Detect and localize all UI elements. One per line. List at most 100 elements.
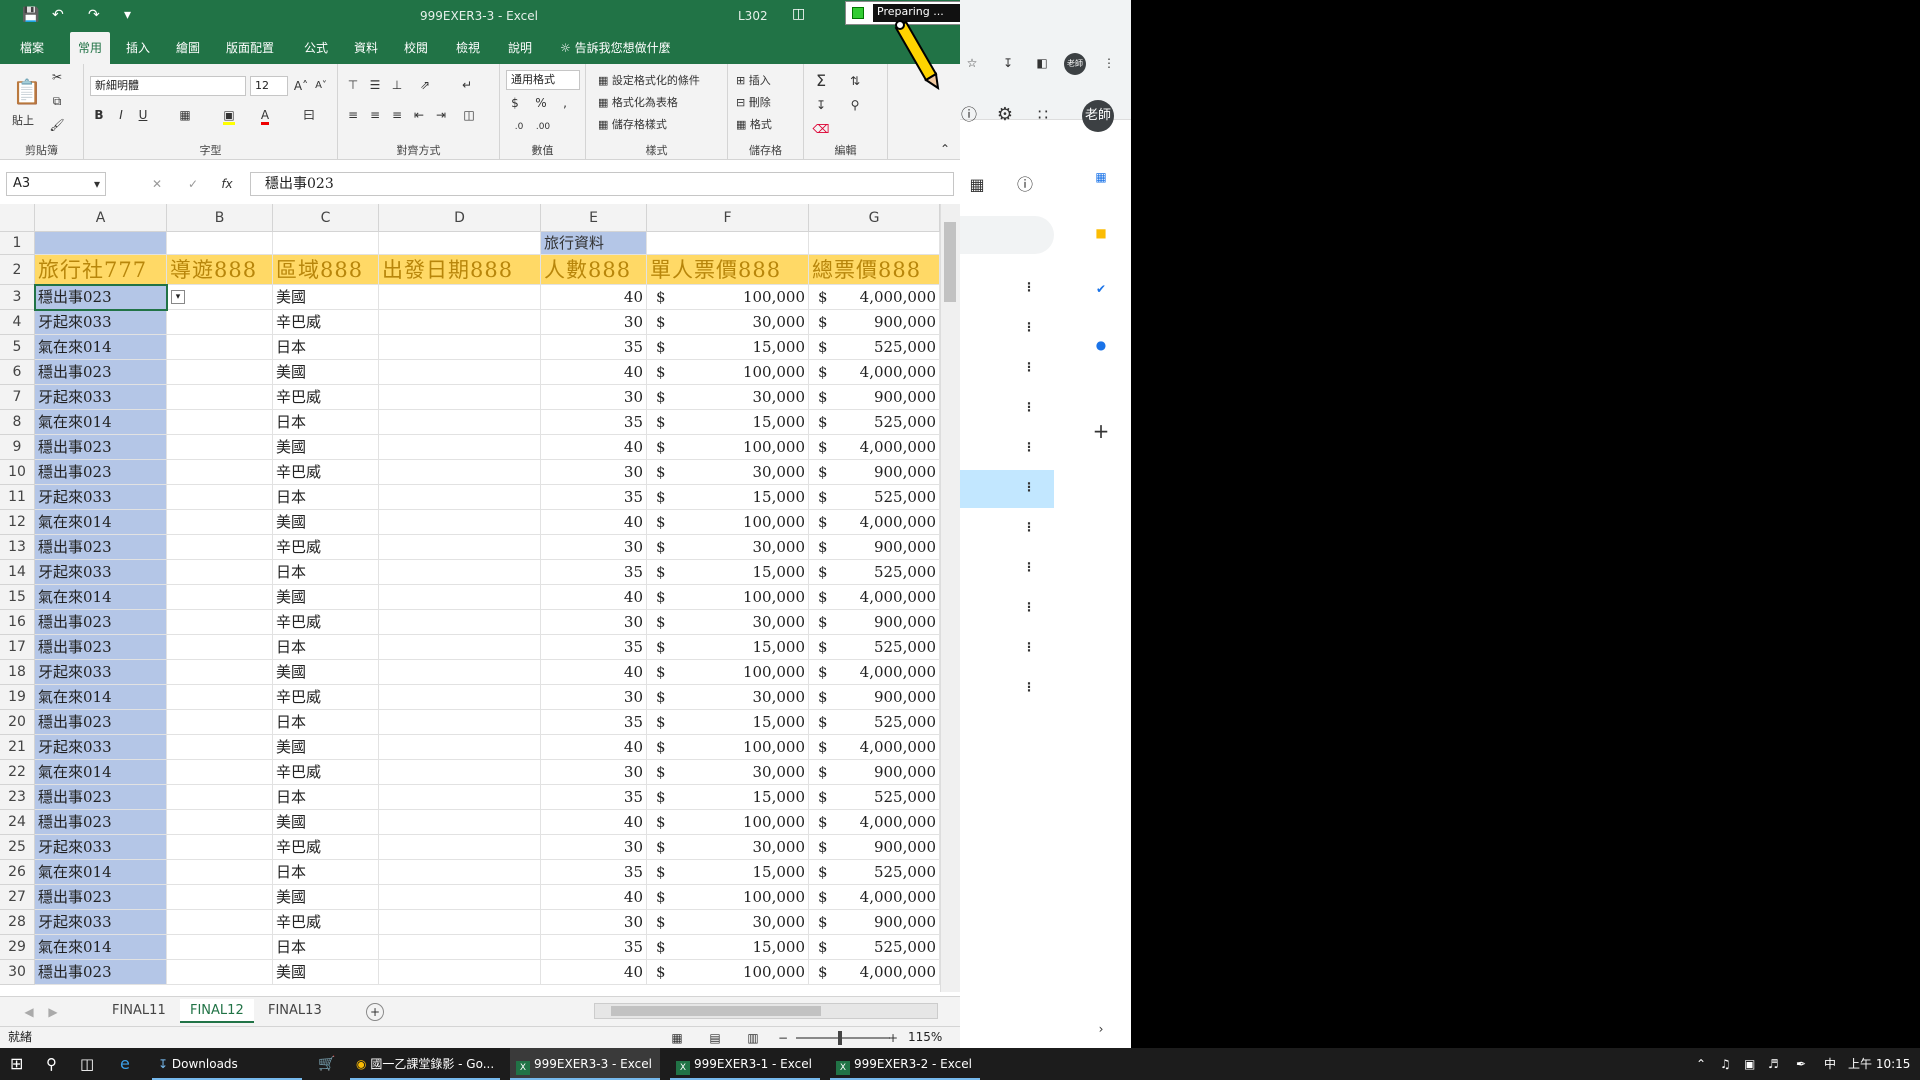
cell-g7[interactable]: $900,000 <box>809 385 940 410</box>
cell-a4[interactable]: 牙起來033 <box>35 310 167 335</box>
cell-b4[interactable] <box>167 310 273 335</box>
cell-g3[interactable]: $4,000,000 <box>809 285 940 310</box>
cell-b11[interactable] <box>167 485 273 510</box>
zoom-in-icon[interactable]: + <box>884 1029 902 1047</box>
cell-d25[interactable] <box>379 835 541 860</box>
row-menu-icon[interactable]: ⋮ <box>1020 678 1038 696</box>
cell-a21[interactable]: 牙起來033 <box>35 735 167 760</box>
cell-a27[interactable]: 穩出事023 <box>35 885 167 910</box>
align-middle-icon[interactable]: ☰ <box>366 76 384 94</box>
cell-d15[interactable] <box>379 585 541 610</box>
cell-e22[interactable]: 30 <box>541 760 647 785</box>
cell-a15[interactable]: 氣在來014 <box>35 585 167 610</box>
clear-icon[interactable]: ⌫ <box>812 120 830 138</box>
insert-cells-button[interactable]: ⊞ 插入 <box>736 72 771 88</box>
cell-b28[interactable] <box>167 910 273 935</box>
cell-d5[interactable] <box>379 335 541 360</box>
cell-e30[interactable]: 40 <box>541 960 647 985</box>
save-icon[interactable]: 💾 <box>22 7 39 23</box>
cell-e25[interactable]: 30 <box>541 835 647 860</box>
row-menu-icon[interactable]: ⋮ <box>1020 478 1038 496</box>
autosum-icon[interactable]: Σ <box>812 72 830 90</box>
cell-c27[interactable]: 美國 <box>273 885 379 910</box>
cell-a26[interactable]: 氣在來014 <box>35 860 167 885</box>
cancel-entry-icon[interactable]: ✕ <box>148 175 166 193</box>
row-header-7[interactable]: 7 <box>0 385 35 410</box>
cell-f19[interactable]: $30,000 <box>647 685 809 710</box>
row-header-18[interactable]: 18 <box>0 660 35 685</box>
store-icon[interactable]: 🛒 <box>318 1048 335 1080</box>
cell-d28[interactable] <box>379 910 541 935</box>
conditional-format-button[interactable]: ▦ 設定格式化的條件 <box>598 72 700 88</box>
redo-icon[interactable]: ↷ <box>88 7 100 23</box>
increase-indent-icon[interactable]: ⇥ <box>432 106 450 124</box>
column-header-b[interactable]: B <box>167 204 273 232</box>
cell-g11[interactable]: $525,000 <box>809 485 940 510</box>
cell-b5[interactable] <box>167 335 273 360</box>
cell-d30[interactable] <box>379 960 541 985</box>
row-header-20[interactable]: 20 <box>0 710 35 735</box>
cell-a6[interactable]: 穩出事023 <box>35 360 167 385</box>
cell-f4[interactable]: $30,000 <box>647 310 809 335</box>
volume-icon[interactable]: ♬ <box>1768 1048 1779 1080</box>
cell-g15[interactable]: $4,000,000 <box>809 585 940 610</box>
cell-d18[interactable] <box>379 660 541 685</box>
cell-e11[interactable]: 35 <box>541 485 647 510</box>
align-left-icon[interactable]: ≡ <box>344 106 362 124</box>
row-header-17[interactable]: 17 <box>0 635 35 660</box>
cell-c21[interactable]: 美國 <box>273 735 379 760</box>
cut-icon[interactable]: ✂ <box>48 68 66 86</box>
cell-a30[interactable]: 穩出事023 <box>35 960 167 985</box>
cell-f30[interactable]: $100,000 <box>647 960 809 985</box>
cell-c19[interactable]: 辛巴威 <box>273 685 379 710</box>
row-menu-icon[interactable]: ⋮ <box>1020 358 1038 376</box>
cell-d21[interactable] <box>379 735 541 760</box>
cell-e23[interactable]: 35 <box>541 785 647 810</box>
zoom-slider-thumb[interactable] <box>838 1031 842 1045</box>
taskbar-excel-2[interactable]: X 999EXER3-2 - Excel <box>830 1048 980 1080</box>
row-header-3[interactable]: 3 <box>0 285 35 310</box>
row-menu-icon[interactable]: ⋮ <box>1020 638 1038 656</box>
column-header-e[interactable]: E <box>541 204 647 232</box>
cell-f7[interactable]: $30,000 <box>647 385 809 410</box>
cell-f12[interactable]: $100,000 <box>647 510 809 535</box>
collapse-ribbon-icon[interactable]: ⌃ <box>936 140 954 158</box>
cell-b3[interactable]: ▾ <box>167 285 273 310</box>
column-title-b[interactable]: 導遊888 <box>167 255 273 285</box>
expand-panel-icon[interactable]: › <box>1092 1020 1110 1038</box>
account-avatar[interactable]: 老師 <box>1082 100 1114 132</box>
cell-d24[interactable] <box>379 810 541 835</box>
font-size-select[interactable]: 12 <box>250 76 288 96</box>
cell-a9[interactable]: 穩出事023 <box>35 435 167 460</box>
row-menu-icon[interactable]: ⋮ <box>1020 398 1038 416</box>
cell-a1[interactable] <box>35 232 167 255</box>
ime-indicator[interactable]: 中 <box>1824 1048 1836 1080</box>
table-view-icon[interactable]: ▦ <box>968 176 986 194</box>
cell-d12[interactable] <box>379 510 541 535</box>
settings-gear-icon[interactable]: ⚙ <box>996 106 1014 124</box>
customize-qat-icon[interactable]: ▾ <box>124 7 131 23</box>
cell-a29[interactable]: 氣在來014 <box>35 935 167 960</box>
bookmark-star-icon[interactable]: ☆ <box>963 54 981 72</box>
cell-c26[interactable]: 日本 <box>273 860 379 885</box>
undo-icon[interactable]: ↶ <box>52 7 64 23</box>
info-icon[interactable]: ⓘ <box>1016 176 1034 194</box>
bold-icon[interactable]: B <box>90 106 108 124</box>
cell-a12[interactable]: 氣在來014 <box>35 510 167 535</box>
cell-b13[interactable] <box>167 535 273 560</box>
cell-e24[interactable]: 40 <box>541 810 647 835</box>
cell-b30[interactable] <box>167 960 273 985</box>
tab-home[interactable]: 常用 <box>70 32 111 64</box>
currency-icon[interactable]: $ <box>506 94 524 112</box>
tray-chevron-icon[interactable]: ⌃ <box>1696 1048 1706 1080</box>
cell-d6[interactable] <box>379 360 541 385</box>
column-title-g[interactable]: 總票價888 <box>809 255 940 285</box>
cell-f15[interactable]: $100,000 <box>647 585 809 610</box>
keep-icon[interactable]: ■ <box>1092 224 1110 242</box>
cell-f13[interactable]: $30,000 <box>647 535 809 560</box>
cell-g8[interactable]: $525,000 <box>809 410 940 435</box>
align-top-icon[interactable]: ⊤ <box>344 76 362 94</box>
cell-c5[interactable]: 日本 <box>273 335 379 360</box>
cell-f20[interactable]: $15,000 <box>647 710 809 735</box>
align-center-icon[interactable]: ≡ <box>366 106 384 124</box>
